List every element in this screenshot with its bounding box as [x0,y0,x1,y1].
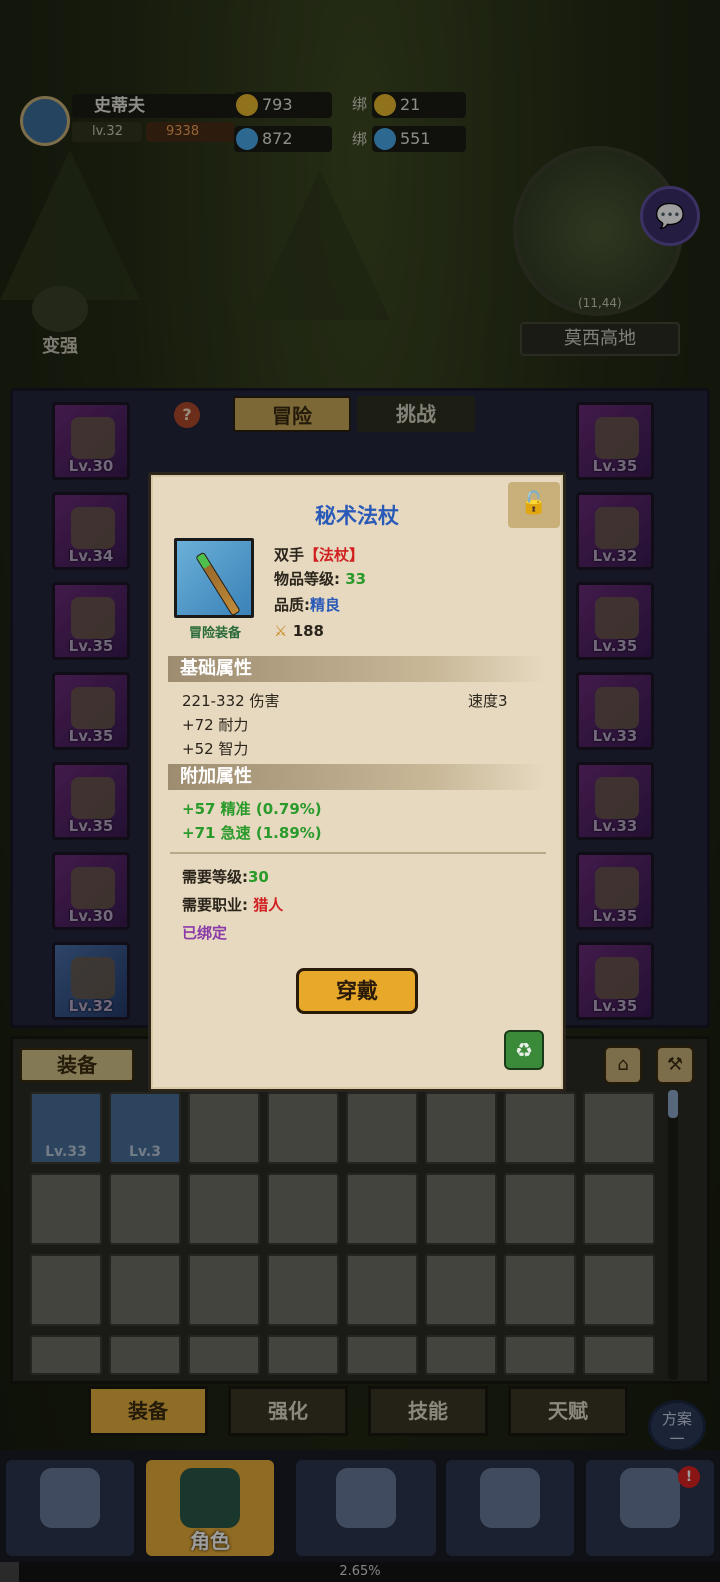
item-quality-row: 品质:精良 [274,594,340,615]
required-class-row: 需要职业: 猎人 [182,894,283,915]
item-icon [174,538,254,618]
haste-stat: +71 急速 (1.89%) [182,824,322,842]
item-power: 188 [292,622,324,640]
item-category: 冒险装备 [188,626,241,641]
stamina-stat: +72 耐力 [182,716,249,734]
extra-attributes-header: 附加属性 [168,764,546,790]
req-level-label: 需要等级: [182,868,248,886]
item-type: 【法杖】 [304,546,365,564]
divider [170,852,546,854]
item-hand-row: 双手【法杖】 [274,544,364,565]
staff-icon [195,551,241,617]
item-name: 秘术法杖 [315,504,399,528]
quality-value: 精良 [310,596,341,614]
damage-stat: 221-332 伤害 [182,692,280,710]
intellect-stat: +52 智力 [182,740,249,758]
power-swords-icon: ⚔ [274,622,288,640]
item-level-row: 物品等级: 33 [274,568,366,589]
item-level-label: 物品等级: [274,570,340,588]
quality-label: 品质: [274,596,310,614]
precision-stat: +57 精准 (0.79%) [182,800,322,818]
req-level-value: 30 [248,868,269,886]
req-class-value: 猎人 [253,896,284,914]
base-attributes-header: 基础属性 [168,656,546,682]
item-hand: 双手 [274,546,305,564]
req-class-label: 需要职业: [182,896,248,914]
bound-status: 已绑定 [182,924,228,942]
required-level-row: 需要等级:30 [182,866,269,887]
speed-stat: 速度3 [468,692,508,710]
item-power-row: ⚔ 188 [274,622,324,640]
recycle-icon[interactable]: ♻ [504,1030,544,1070]
equip-button[interactable]: 穿戴 [296,968,418,1014]
item-level-value: 33 [345,570,367,588]
